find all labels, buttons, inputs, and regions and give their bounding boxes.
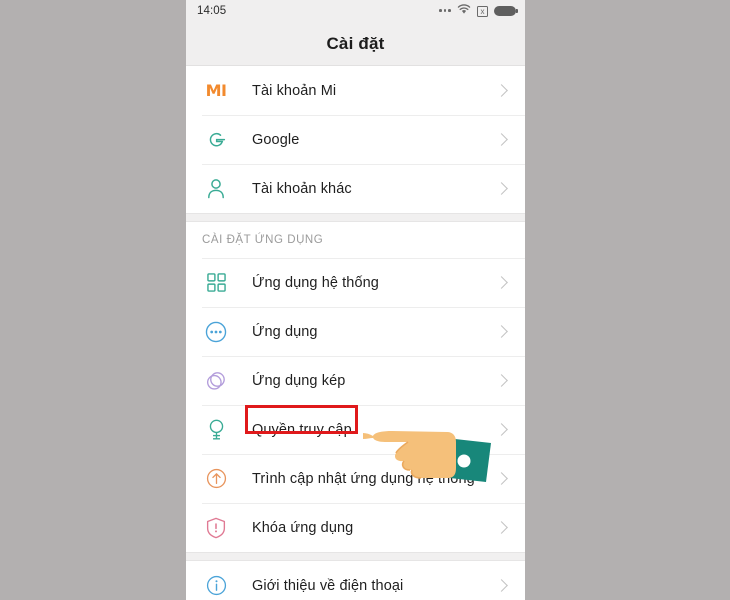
chevron-right-icon [495, 325, 508, 338]
chevron-right-icon [495, 579, 508, 592]
list-item-label: Ứng dụng kép [252, 372, 346, 389]
shield-lock-icon [202, 514, 230, 542]
update-arrow-icon [202, 465, 230, 493]
list-item-label: Tài khoản Mi [252, 82, 337, 99]
list-item-google[interactable]: Google [186, 115, 525, 164]
list-item-label: Ứng dụng hệ thống [252, 274, 379, 291]
wifi-icon [457, 2, 471, 20]
group-separator [186, 552, 525, 561]
settings-group-accounts: MI Tài khoản Mi Google Tài khoản khác [186, 66, 525, 213]
status-time: 14:05 [197, 5, 227, 17]
more-dots-icon [439, 9, 451, 13]
status-icon-group: x [439, 2, 519, 20]
person-icon [202, 175, 230, 203]
page-title: Cài đặt [326, 33, 385, 53]
chevron-right-icon [495, 182, 508, 195]
group-separator [186, 213, 525, 222]
list-item-system-apps[interactable]: Ứng dụng hệ thống [186, 258, 525, 307]
google-g-icon [202, 126, 230, 154]
list-item-label: Ứng dụng [252, 323, 318, 340]
phone-screen: 14:05 x Cài đặt MI Tài khoản Mi Google T… [186, 0, 525, 600]
pointing-hand-cursor [360, 398, 510, 493]
list-item-mi-account[interactable]: MI Tài khoản Mi [186, 66, 525, 115]
chevron-right-icon [495, 374, 508, 387]
circle-dots-icon [202, 318, 230, 346]
dual-apps-icon [202, 367, 230, 395]
section-header-app-settings: CÀI ĐẶT ỨNG DỤNG [186, 222, 525, 258]
grid-apps-icon [202, 269, 230, 297]
list-item-label: Giới thiệu về điện thoại [252, 577, 404, 594]
status-bar: 14:05 x [186, 0, 525, 22]
list-item-other-account[interactable]: Tài khoản khác [186, 164, 525, 213]
battery-icon [494, 5, 519, 17]
chevron-right-icon [495, 84, 508, 97]
chevron-right-icon [495, 276, 508, 289]
app-title-bar: Cài đặt [186, 22, 525, 66]
list-item-label: Khóa ứng dụng [252, 519, 354, 536]
settings-group-apps: CÀI ĐẶT ỨNG DỤNG Ứng dụng hệ thống Ứng d… [186, 222, 525, 552]
info-circle-icon [202, 572, 230, 600]
chevron-right-icon [495, 133, 508, 146]
screenshot-root: 14:05 x Cài đặt MI Tài khoản Mi Google T… [0, 0, 730, 600]
settings-group-about: Giới thiệu về điện thoại [186, 561, 525, 600]
list-item-label: Tài khoản khác [252, 180, 352, 197]
section-header-label: CÀI ĐẶT ỨNG DỤNG [202, 234, 324, 246]
key-permission-icon [202, 416, 230, 444]
list-item-label: Google [252, 131, 300, 148]
mi-logo-icon: MI [205, 80, 227, 100]
list-item-apps[interactable]: Ứng dụng [186, 307, 525, 356]
chevron-right-icon [495, 521, 508, 534]
list-item-app-lock[interactable]: Khóa ứng dụng [186, 503, 525, 552]
list-item-about-phone[interactable]: Giới thiệu về điện thoại [186, 561, 525, 600]
sim-x-icon: x [477, 5, 488, 17]
